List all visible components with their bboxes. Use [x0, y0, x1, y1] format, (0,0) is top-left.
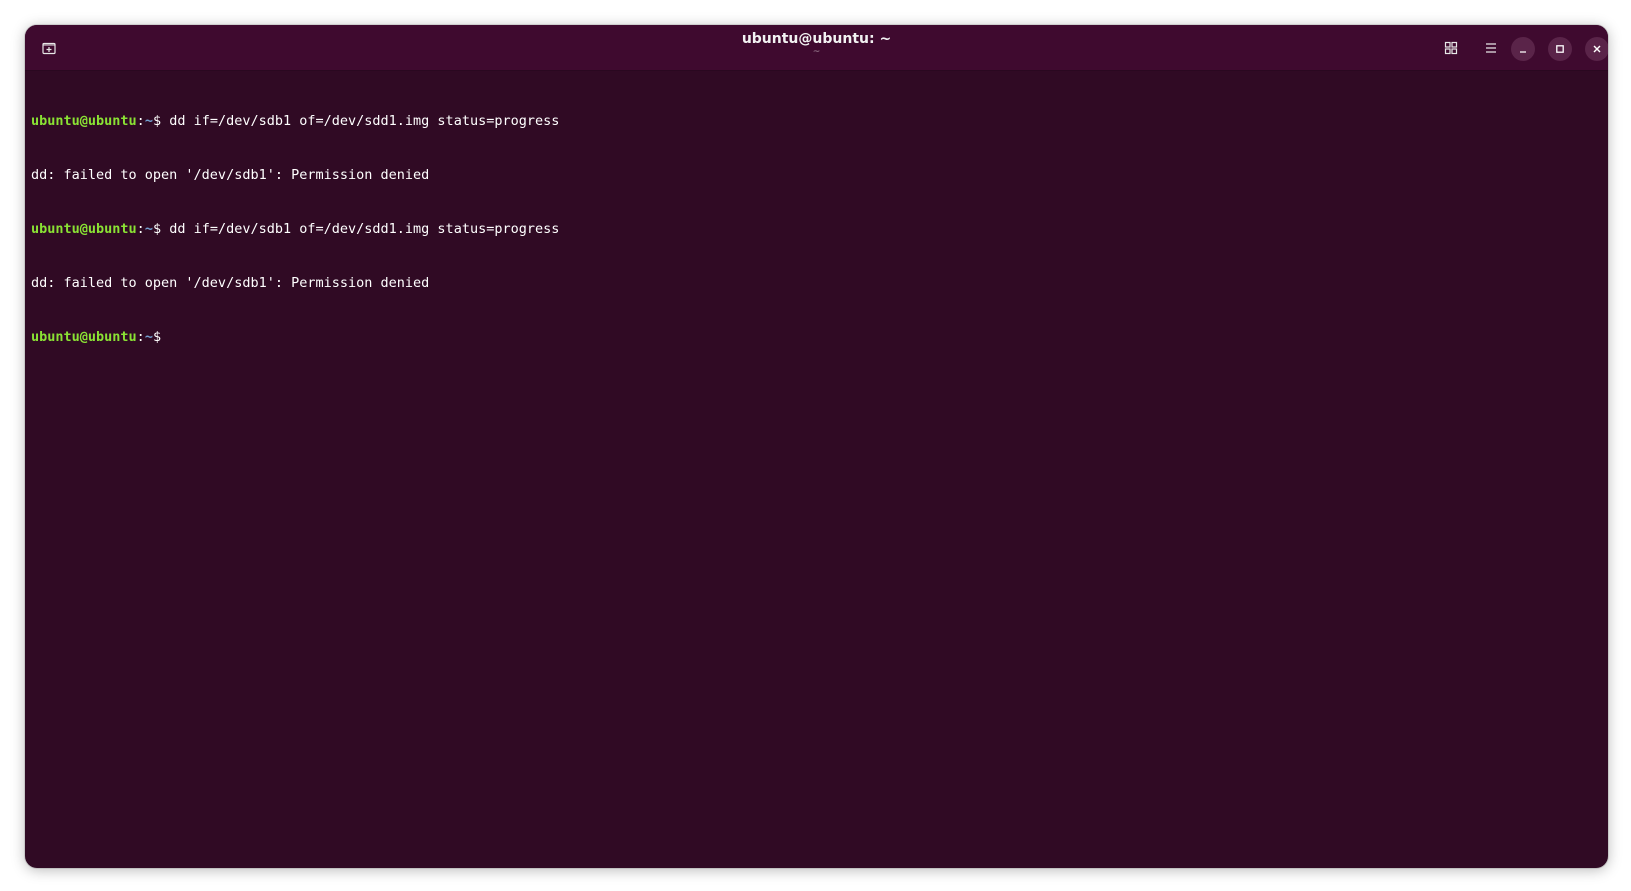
command-output: dd: failed to open '/dev/sdb1': Permissi… — [31, 167, 430, 183]
prompt-user: ubuntu@ubuntu — [31, 221, 137, 237]
view-tabs-button[interactable] — [1440, 37, 1462, 59]
prompt-separator: : — [136, 113, 145, 129]
command-text: dd if=/dev/sdb1 of=/dev/sdd1.img status=… — [169, 221, 560, 237]
new-tab-button[interactable] — [38, 37, 60, 59]
prompt-separator: : — [136, 221, 145, 237]
prompt-dollar: $ — [152, 113, 170, 129]
terminal-line: dd: failed to open '/dev/sdb1': Permissi… — [31, 166, 1602, 184]
command-text: dd if=/dev/sdb1 of=/dev/sdd1.img status=… — [169, 113, 560, 129]
terminal-line: ubuntu@ubuntu:~$ dd if=/dev/sdb1 of=/dev… — [31, 220, 1602, 238]
maximize-icon — [1556, 45, 1564, 53]
hamburger-menu-icon — [1486, 43, 1496, 53]
new-tab-icon — [42, 42, 56, 55]
minimize-icon — [1520, 51, 1526, 53]
titlebar[interactable]: ubuntu@ubuntu: ~ ~ — [25, 25, 1608, 71]
grid-icon — [1444, 41, 1458, 55]
terminal-line: ubuntu@ubuntu:~$ — [31, 328, 1602, 346]
prompt-separator: : — [136, 329, 145, 345]
window-subtitle: ~ — [812, 47, 821, 57]
terminal-output[interactable]: ubuntu@ubuntu:~$ dd if=/dev/sdb1 of=/dev… — [31, 76, 1602, 862]
command-output: dd: failed to open '/dev/sdb1': Permissi… — [31, 275, 430, 291]
prompt-path: ~ — [144, 329, 153, 345]
prompt-path: ~ — [144, 221, 153, 237]
prompt-user: ubuntu@ubuntu — [31, 329, 137, 345]
close-icon — [1593, 45, 1601, 53]
text-cursor — [161, 328, 169, 344]
prompt-user: ubuntu@ubuntu — [31, 113, 137, 129]
minimize-button[interactable] — [1511, 37, 1535, 61]
prompt-dollar: $ — [152, 329, 162, 345]
main-menu-button[interactable] — [1480, 37, 1502, 59]
terminal-window: ubuntu@ubuntu: ~ ~ ubuntu@ubuntu:~$ dd i… — [25, 25, 1608, 868]
terminal-line: dd: failed to open '/dev/sdb1': Permissi… — [31, 274, 1602, 292]
window-title: ubuntu@ubuntu: ~ — [741, 31, 892, 47]
close-button[interactable] — [1585, 37, 1608, 61]
prompt-path: ~ — [144, 113, 153, 129]
prompt-dollar: $ — [152, 221, 170, 237]
maximize-button[interactable] — [1548, 37, 1572, 61]
terminal-line: ubuntu@ubuntu:~$ dd if=/dev/sdb1 of=/dev… — [31, 112, 1602, 130]
